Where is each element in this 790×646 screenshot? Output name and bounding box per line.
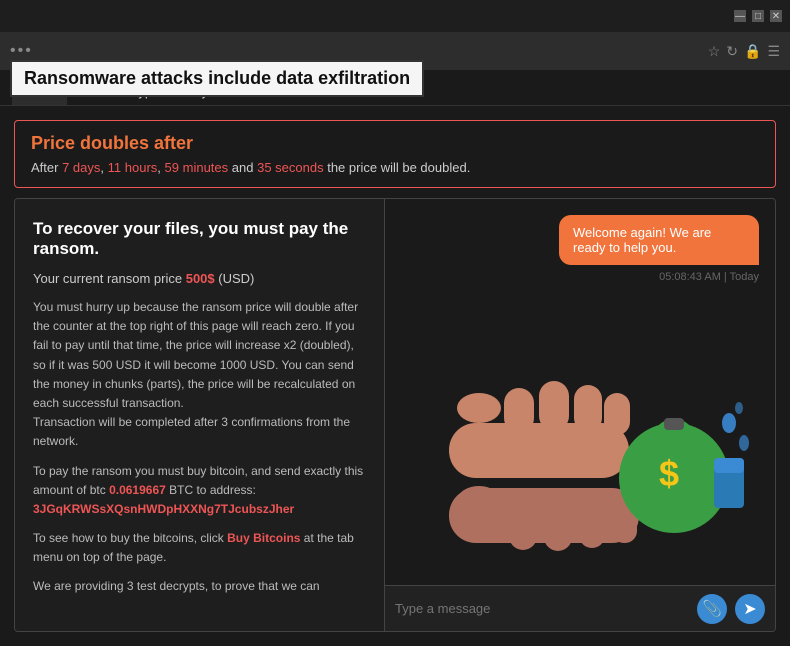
buy-bitcoins-link[interactable]: Buy Bitcoins <box>227 531 304 545</box>
ransom-body-1: You must hurry up because the ransom pri… <box>33 298 366 452</box>
ransom-body-3: To see how to buy the bitcoins, click Bu… <box>33 529 366 567</box>
left-hand-group <box>449 381 630 478</box>
main-area: To recover your files, you must pay the … <box>14 198 776 632</box>
ransomware-info-banner: Ransomware attacks include data exfiltra… <box>10 60 424 97</box>
price-suffix: (USD) <box>218 271 254 286</box>
title-bar: — □ ✕ <box>0 0 790 32</box>
refresh-icon[interactable]: ↻ <box>726 43 738 60</box>
ransom-body-2: To pay the ransom you must buy bitcoin, … <box>33 462 366 520</box>
price-doubles-title: Price doubles after <box>31 133 759 154</box>
svg-text:$: $ <box>659 453 679 494</box>
menu-icon[interactable]: ☰ <box>767 43 780 60</box>
countdown-suffix: the price will be doubled. <box>327 160 470 175</box>
maximize-button[interactable]: □ <box>752 10 764 22</box>
countdown-hours: 11 hours <box>108 160 158 175</box>
body3-pre: To see how to buy the bitcoins, click <box>33 531 224 545</box>
ransom-body-4: We are providing 3 test decrypts, to pro… <box>33 577 366 596</box>
left-panel-heading: To recover your files, you must pay the … <box>33 219 366 259</box>
countdown-minutes: 59 minutes <box>165 160 229 175</box>
countdown-seconds: 35 seconds <box>257 160 324 175</box>
attach-icon[interactable]: 📎 <box>697 594 727 624</box>
countdown-days: 7 days <box>62 160 100 175</box>
left-panel: To recover your files, you must pay the … <box>15 199 385 631</box>
chat-message-input[interactable] <box>395 601 689 616</box>
countdown-and: and <box>232 160 254 175</box>
chat-messages: Welcome again! We are ready to help you.… <box>385 199 775 585</box>
close-button[interactable]: ✕ <box>770 10 782 22</box>
chat-bubble-welcome: Welcome again! We are ready to help you. <box>559 215 759 265</box>
star-icon[interactable]: ☆ <box>708 43 721 60</box>
comma1: , <box>100 160 104 175</box>
ransom-price-amount: 500$ <box>186 271 215 286</box>
chat-input-area: 📎 ➤ <box>385 585 775 631</box>
countdown-pre: After <box>31 160 58 175</box>
btc-address: 3JGqKRWSsXQsnHWDpHXXNg7TJcubszJher <box>33 502 294 516</box>
price-doubles-banner: Price doubles after After 7 days, 11 hou… <box>14 120 776 188</box>
comma2: , <box>157 160 161 175</box>
btc-amount: 0.0619667 <box>109 483 166 497</box>
right-hand-group <box>449 486 639 551</box>
app-content: Chat Test Decrypt Buy Bitcoins About us … <box>0 70 790 646</box>
lock-icon[interactable]: 🔒 <box>744 43 761 60</box>
illustration-svg: $ <box>419 293 749 573</box>
price-pre: Your current ransom price <box>33 271 182 286</box>
price-countdown: After 7 days, 11 hours, 59 minutes and 3… <box>31 160 759 175</box>
address-bar-icons: ☆ ↻ 🔒 ☰ <box>708 43 780 60</box>
ransom-price-line: Your current ransom price 500$ (USD) <box>33 271 366 286</box>
ransomware-illustration: $ <box>409 283 759 583</box>
send-icon[interactable]: ➤ <box>735 594 765 624</box>
right-panel: Welcome again! We are ready to help you.… <box>385 199 775 631</box>
menu-dots-icon: ••• <box>10 42 33 60</box>
chat-timestamp: 05:08:43 AM | Today <box>659 271 759 283</box>
body2-mid: BTC to address: <box>169 483 256 497</box>
minimize-button[interactable]: — <box>734 10 746 22</box>
